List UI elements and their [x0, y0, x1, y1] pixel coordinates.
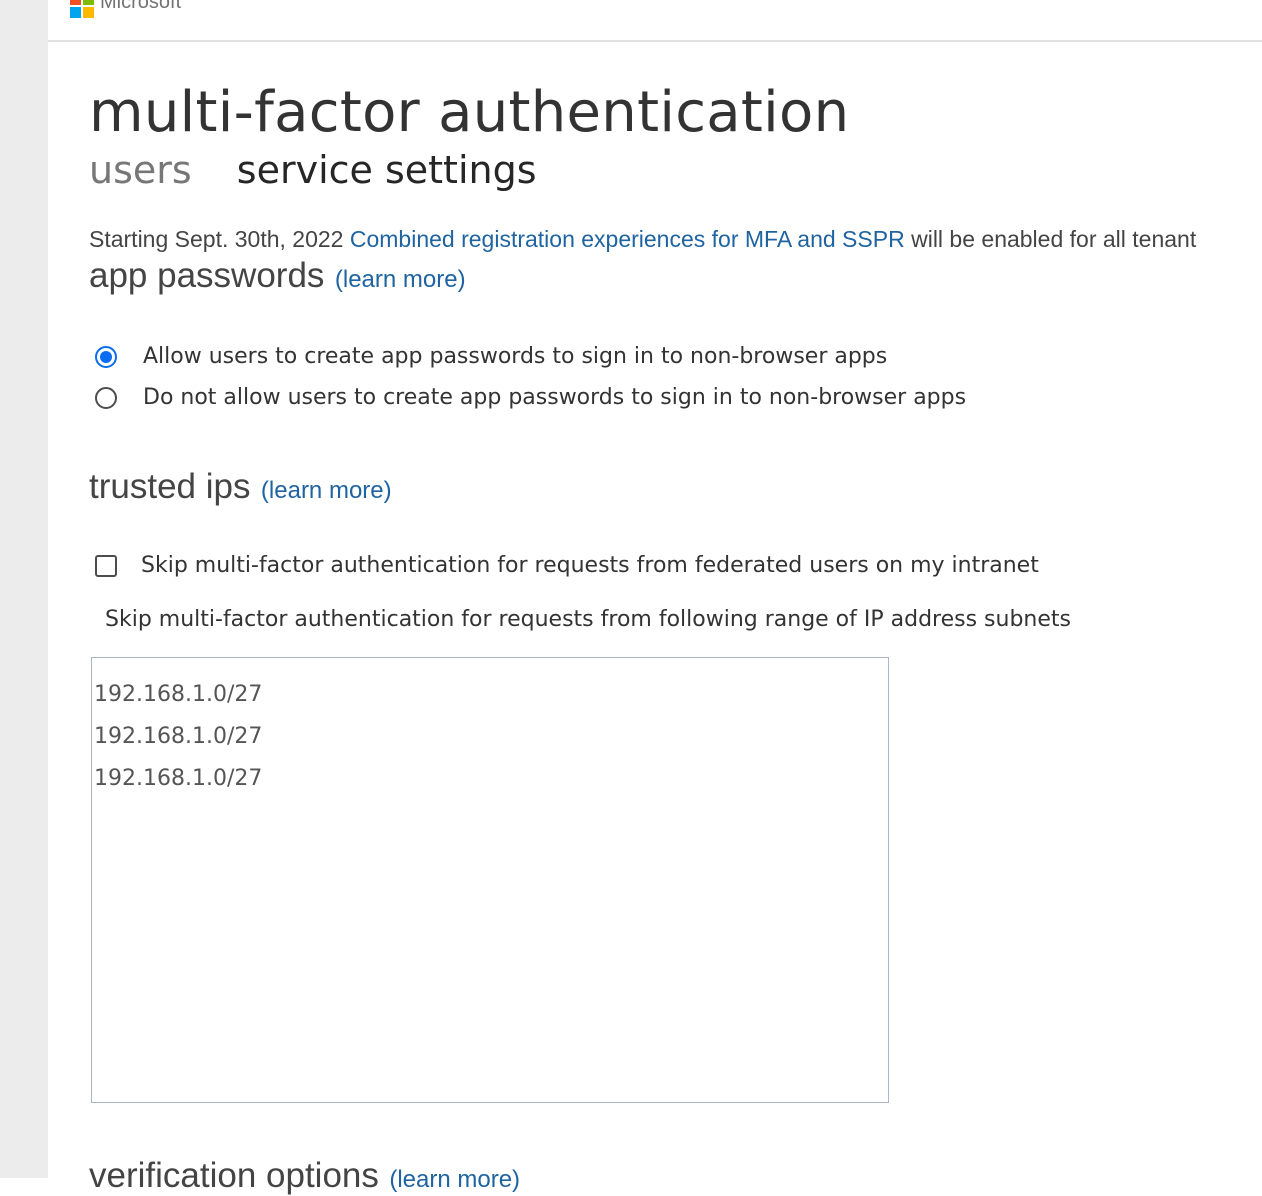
notice-prefix: Starting Sept. 30th, 2022: [89, 226, 350, 252]
trusted-ips-title: trusted ips: [89, 467, 251, 506]
app-passwords-deny-option[interactable]: Do not allow users to create app passwor…: [95, 385, 966, 410]
mfa-notice: Starting Sept. 30th, 2022 Combined regis…: [89, 226, 1196, 253]
skip-federated-option[interactable]: Skip multi-factor authentication for req…: [95, 553, 1039, 578]
notice-suffix: will be enabled for all tenant: [904, 226, 1197, 252]
app-passwords-allow-radio[interactable]: [95, 345, 117, 368]
app-passwords-title: app passwords: [89, 256, 325, 295]
skip-federated-checkbox[interactable]: [95, 554, 117, 577]
app-passwords-allow-label[interactable]: Allow users to create app passwords to s…: [143, 344, 887, 369]
subnet-entry: 192.168.1.0/27: [94, 682, 263, 707]
app-passwords-learn-more-link[interactable]: (learn more): [335, 266, 466, 293]
trusted-ips-learn-more-link[interactable]: (learn more): [261, 477, 392, 504]
tab-bar: users service settings: [89, 148, 537, 192]
app-passwords-allow-option[interactable]: Allow users to create app passwords to s…: [95, 344, 887, 369]
verification-options-learn-more-link[interactable]: (learn more): [389, 1166, 520, 1193]
tab-service-settings[interactable]: service settings: [237, 148, 537, 192]
tab-users[interactable]: users: [89, 148, 192, 192]
app-passwords-heading: app passwords (learn more): [89, 256, 466, 296]
trusted-ip-subnets-textarea[interactable]: 192.168.1.0/27 192.168.1.0/27 192.168.1.…: [91, 657, 889, 1103]
subnet-entry: 192.168.1.0/27: [94, 766, 263, 791]
page-title: multi-factor authentication: [89, 80, 850, 145]
verification-options-heading: verification options (learn more): [89, 1156, 520, 1196]
main-content: multi-factor authentication users servic…: [89, 0, 1262, 1195]
subnet-entry: 192.168.1.0/27: [94, 724, 263, 749]
combined-registration-link[interactable]: Combined registration experiences for MF…: [350, 226, 905, 252]
app-passwords-deny-radio[interactable]: [95, 386, 117, 409]
verification-options-title: verification options: [89, 1156, 379, 1195]
app-passwords-deny-label[interactable]: Do not allow users to create app passwor…: [143, 385, 966, 410]
trusted-ips-heading: trusted ips (learn more): [89, 467, 392, 507]
skip-federated-label[interactable]: Skip multi-factor authentication for req…: [141, 553, 1039, 578]
left-rail: [0, 0, 48, 1178]
subnets-label: Skip multi-factor authentication for req…: [105, 607, 1071, 632]
